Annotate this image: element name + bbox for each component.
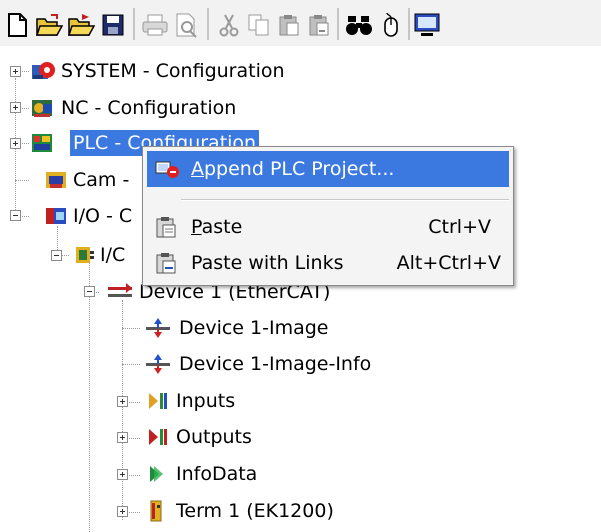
ethercat-device-icon (106, 280, 132, 304)
tree-label: SYSTEM - Configuration (61, 60, 285, 82)
collapse-icon[interactable] (10, 210, 21, 221)
expand-icon[interactable] (117, 396, 128, 407)
terminal-icon (144, 499, 170, 523)
tree-label: I/C (100, 244, 126, 266)
tree-label: NC - Configuration (61, 97, 237, 119)
tree-label: Term 1 (EK1200) (176, 500, 334, 522)
cut-icon[interactable] (214, 10, 244, 40)
menu-mnemonic: A (191, 158, 204, 180)
paste-item[interactable]: Paste Ctrl+V (147, 209, 509, 245)
context-menu: Append PLC Project... Paste Ctrl+V Paste… (142, 146, 514, 286)
paste-with-links-item[interactable]: Paste with Links Alt+Ctrl+V (147, 245, 509, 281)
tree-label: InfoData (176, 463, 258, 485)
append-plc-icon (154, 157, 180, 193)
print-icon[interactable] (140, 10, 170, 40)
append-plc-project-item[interactable]: Append PLC Project... (147, 151, 509, 187)
paste-links-icon[interactable] (304, 10, 334, 40)
menu-shortcut: Ctrl+V (428, 216, 491, 238)
find-icon[interactable] (344, 10, 374, 40)
paste-icon[interactable] (274, 10, 304, 40)
image-icon (144, 316, 170, 340)
menu-label: Paste with Links (191, 252, 344, 274)
paste-links-icon (154, 251, 178, 287)
cam-icon (44, 168, 70, 192)
expand-icon[interactable] (117, 469, 128, 480)
image-info-icon (144, 352, 170, 376)
tree-label: Device 1-Image (179, 317, 329, 339)
menu-label: aste (201, 216, 243, 238)
expand-icon[interactable] (117, 432, 128, 443)
expand-icon[interactable] (117, 506, 128, 517)
collapse-icon[interactable] (51, 250, 62, 261)
tree-label: Inputs (176, 390, 236, 412)
open-folder-icon[interactable] (66, 10, 96, 40)
menu-separator (181, 199, 509, 201)
infodata-icon (144, 462, 170, 486)
menu-shortcut: Alt+Ctrl+V (396, 252, 501, 274)
expand-icon[interactable] (10, 102, 21, 113)
inputs-icon (144, 389, 170, 413)
tree-label: Device 1-Image-Info (179, 353, 372, 375)
expand-icon[interactable] (10, 66, 21, 77)
menu-label: ppend PLC Project... (204, 158, 395, 180)
collapse-icon[interactable] (84, 286, 95, 297)
tree-label: I/O - C (73, 205, 133, 227)
nc-icon (30, 96, 56, 120)
mouse-icon[interactable] (376, 10, 406, 40)
menu-mnemonic: P (191, 216, 202, 238)
copy-icon[interactable] (244, 10, 274, 40)
new-icon[interactable] (2, 10, 32, 40)
open-icon[interactable] (34, 10, 64, 40)
toolbar (0, 0, 601, 46)
plc-icon (30, 131, 56, 155)
io-icon (44, 204, 70, 228)
outputs-icon (144, 425, 170, 449)
expand-icon[interactable] (10, 138, 21, 149)
tree-label: Cam - (73, 169, 130, 191)
io-devices-icon (72, 243, 98, 267)
save-icon[interactable] (98, 10, 128, 40)
monitor-icon[interactable] (412, 10, 442, 40)
tree-label: Outputs (176, 426, 252, 448)
system-icon (30, 59, 56, 83)
print-preview-icon[interactable] (172, 10, 202, 40)
